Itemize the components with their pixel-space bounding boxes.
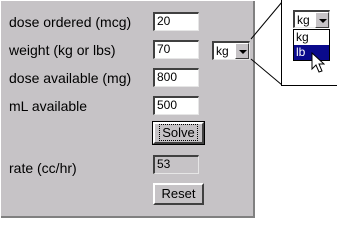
solve-button-label: Solve: [159, 124, 198, 141]
calculator-panel: dose ordered (mcg) 20 weight (kg or lbs)…: [1, 1, 255, 218]
weight-unit-value: kg: [216, 44, 229, 58]
unit-option-kg[interactable]: kg: [294, 30, 329, 45]
solve-button[interactable]: Solve: [152, 121, 205, 145]
zoom-unit-value: kg: [297, 13, 310, 27]
dose-ordered-label: dose ordered (mcg): [9, 14, 132, 30]
weight-input[interactable]: 70: [153, 40, 199, 59]
zoom-unit-select[interactable]: kg: [293, 10, 330, 28]
dose-ordered-input[interactable]: 20: [153, 12, 199, 31]
chevron-down-icon[interactable]: [315, 12, 329, 28]
weight-unit-select[interactable]: kg: [212, 41, 250, 60]
ml-available-label: mL available: [9, 98, 88, 114]
reset-button[interactable]: Reset: [153, 183, 204, 205]
weight-label: weight (kg or lbs): [9, 42, 116, 58]
chevron-down-icon[interactable]: [235, 43, 249, 59]
rate-label: rate (cc/hr): [9, 160, 77, 176]
ml-available-input[interactable]: 500: [153, 96, 199, 115]
zoom-callout: kg kg lb: [281, 0, 337, 86]
dose-available-label: dose available (mg): [9, 70, 132, 86]
dose-available-input[interactable]: 800: [153, 68, 199, 87]
rate-output: 53: [153, 155, 199, 174]
mouse-pointer-icon: [311, 52, 325, 73]
